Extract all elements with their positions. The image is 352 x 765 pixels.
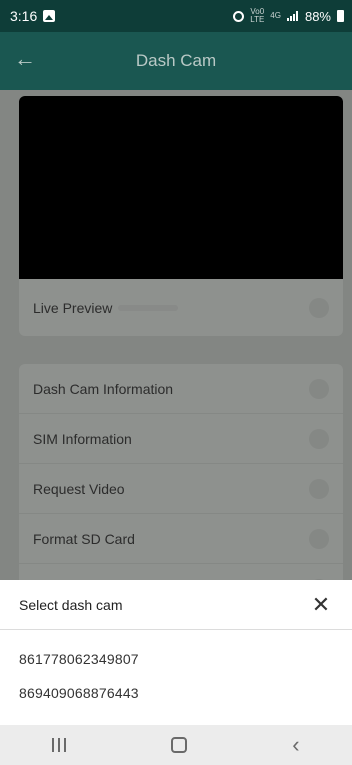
volte-bottom: LTE bbox=[250, 15, 265, 24]
sheet-header: Select dash cam ✕ bbox=[0, 580, 352, 630]
gallery-notification-icon bbox=[43, 10, 56, 22]
menu-item-label: Request Video bbox=[33, 480, 125, 497]
app-bar: ← Dash Cam bbox=[0, 32, 352, 90]
status-bar: 3:16 Vo0 LTE 4G 88% bbox=[0, 0, 352, 32]
video-preview[interactable] bbox=[19, 96, 343, 279]
live-preview-row[interactable]: Live Preview bbox=[19, 279, 343, 336]
status-time: 3:16 bbox=[10, 8, 38, 24]
live-preview-label: Live Preview bbox=[33, 299, 113, 316]
sheet-title: Select dash cam bbox=[19, 596, 123, 613]
recent-apps-icon[interactable] bbox=[52, 738, 67, 752]
volte-indicator: Vo0 LTE bbox=[250, 8, 264, 24]
status-left: 3:16 bbox=[10, 8, 56, 24]
home-icon[interactable] bbox=[171, 737, 188, 753]
select-dash-cam-sheet: Select dash cam ✕ 861778062349807 869409… bbox=[0, 580, 352, 725]
menu-item-indicator bbox=[309, 478, 329, 499]
dash-cam-option-label: 869409068876443 bbox=[19, 685, 139, 701]
menu-item-label: SIM Information bbox=[33, 430, 132, 447]
menu-item-sim-information[interactable]: SIM Information bbox=[19, 414, 343, 464]
system-navigation-bar: ‹ bbox=[0, 725, 352, 765]
dash-cam-option-label: 861778062349807 bbox=[19, 651, 139, 667]
alarm-icon bbox=[233, 10, 245, 22]
menu-item-label: Dash Cam Information bbox=[33, 380, 174, 397]
page-title: Dash Cam bbox=[135, 51, 217, 70]
back-chevron-icon[interactable]: ‹ bbox=[292, 734, 299, 756]
battery-icon bbox=[337, 10, 344, 22]
close-icon[interactable]: ✕ bbox=[310, 593, 332, 616]
menu-item-indicator bbox=[309, 428, 329, 449]
menu-item-format-sd-card[interactable]: Format SD Card bbox=[19, 514, 343, 564]
menu-item-indicator bbox=[309, 378, 329, 399]
status-right: Vo0 LTE 4G 88% bbox=[233, 8, 344, 24]
signal-icon bbox=[286, 11, 299, 21]
dash-cam-option[interactable]: 869409068876443 bbox=[0, 676, 352, 710]
live-preview-toggle[interactable] bbox=[309, 297, 329, 318]
live-preview-card: Live Preview bbox=[19, 96, 343, 336]
live-preview-indicator bbox=[118, 304, 179, 311]
network-type: 4G bbox=[270, 11, 281, 20]
menu-item-indicator bbox=[309, 528, 329, 549]
menu-item-request-video[interactable]: Request Video bbox=[19, 464, 343, 514]
menu-item-label: Format SD Card bbox=[33, 530, 135, 547]
menu-item-dash-cam-information[interactable]: Dash Cam Information bbox=[19, 364, 343, 414]
battery-percent: 88% bbox=[304, 8, 331, 24]
app-screen: 3:16 Vo0 LTE 4G 88% ← Dash Cam Live Prev… bbox=[0, 0, 352, 765]
dash-cam-option[interactable]: 861778062349807 bbox=[0, 642, 352, 676]
